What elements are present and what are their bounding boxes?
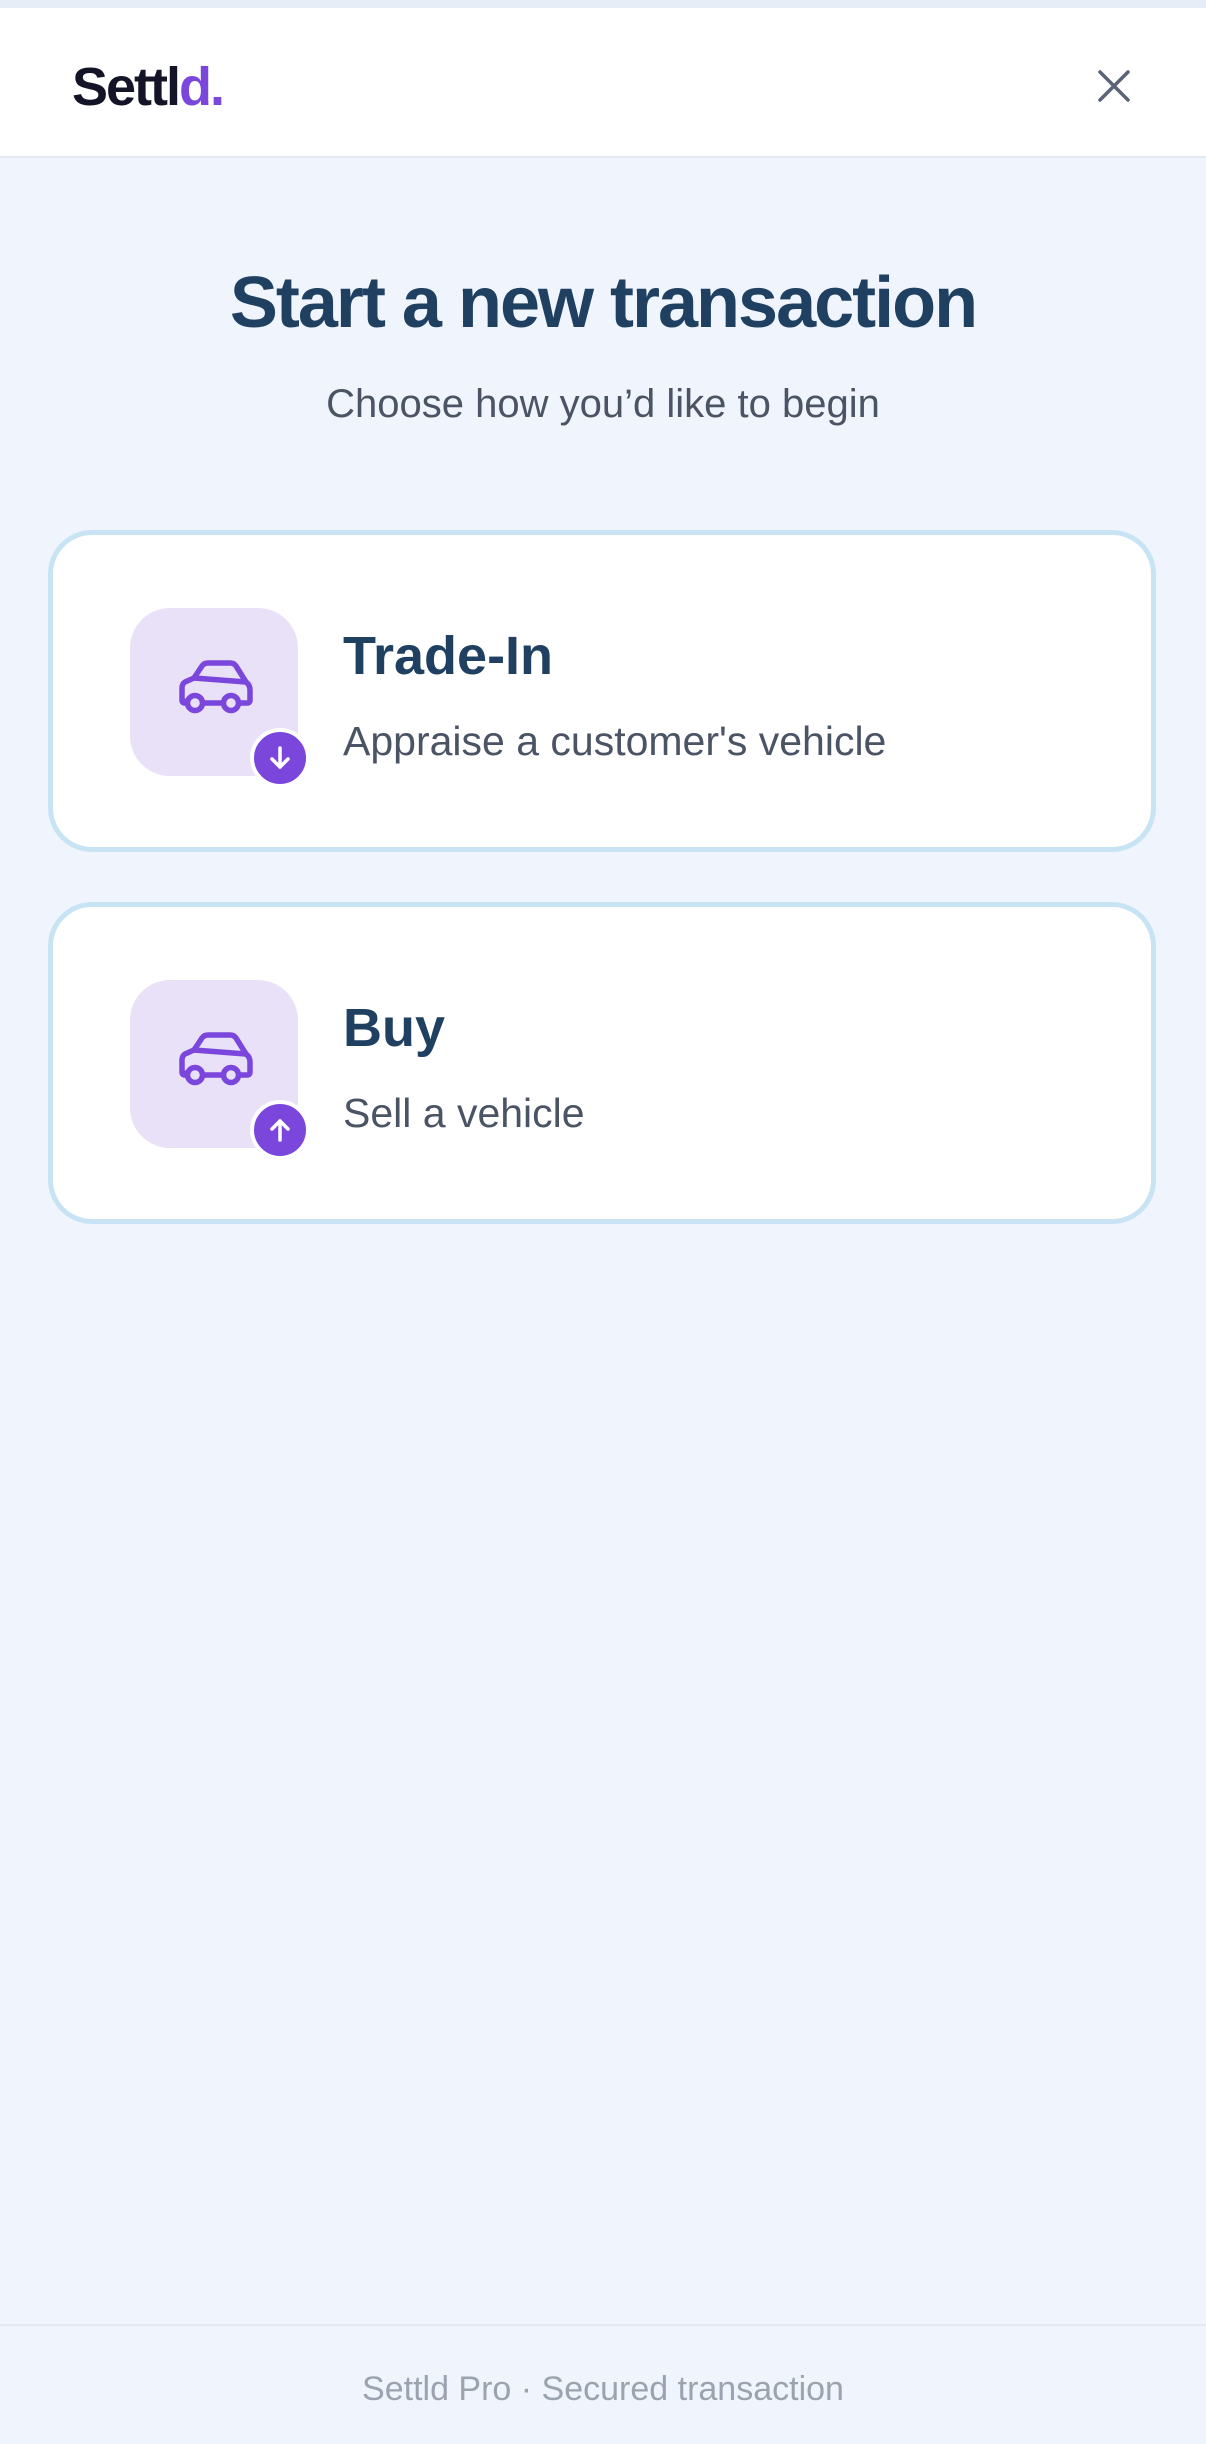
trade-in-title: Trade-In: [343, 626, 554, 686]
logo-text: Settl: [72, 57, 181, 117]
close-button[interactable]: [1088, 60, 1140, 112]
close-icon: [1098, 70, 1130, 102]
buy-description: Sell a vehicle: [343, 1090, 585, 1136]
app-header: Settld.: [0, 8, 1206, 158]
buy-title: Buy: [343, 998, 446, 1058]
buy-badge: [250, 1100, 310, 1160]
trade-in-description: Appraise a customer's vehicle: [343, 718, 887, 764]
trade-in-badge: [250, 728, 310, 788]
settld-logo: Settld.: [72, 52, 225, 122]
car-icon: [179, 660, 253, 714]
page-subtitle: Choose how you’d like to begin: [326, 382, 880, 426]
trade-in-option-card[interactable]: Trade-In Appraise a customer's vehicle: [48, 530, 1156, 852]
status-bar-strip: [0, 0, 1206, 8]
page-title: Start a new transaction: [229, 263, 978, 343]
footer-text: Settld Pro · Secured transaction: [362, 2370, 844, 2408]
arrow-down-icon: [270, 746, 290, 769]
footer: Settld Pro · Secured transaction: [0, 2324, 1206, 2444]
arrow-up-icon: [270, 1119, 290, 1142]
logo-accent: d.: [179, 57, 225, 117]
buy-option-card[interactable]: Buy Sell a vehicle: [48, 902, 1156, 1224]
car-icon: [179, 1032, 253, 1086]
